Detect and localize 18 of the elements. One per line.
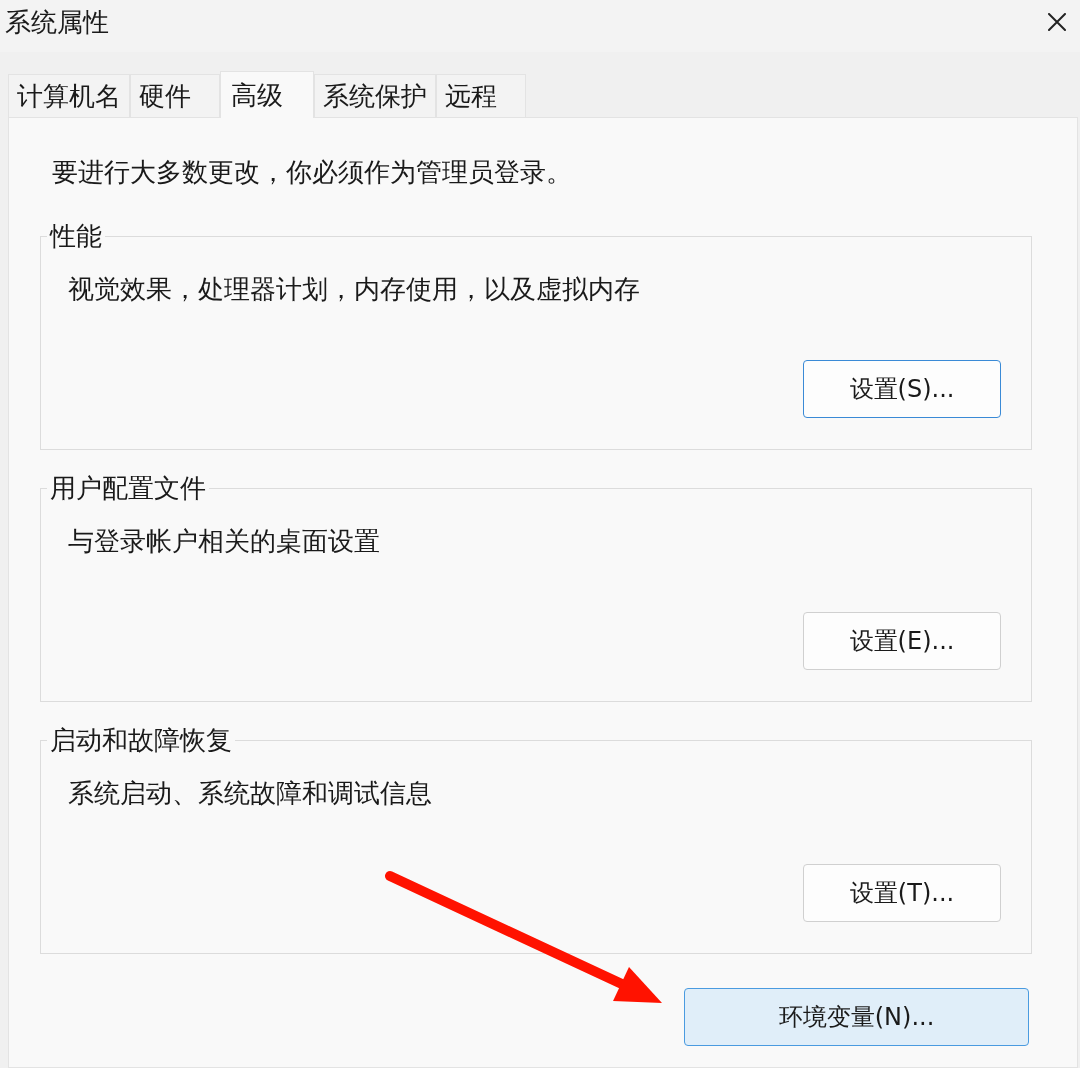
notice-text: 要进行大多数更改，你必须作为管理员登录。 [52, 157, 572, 187]
group-title: 用户配置文件 [49, 473, 207, 503]
group-title: 启动和故障恢复 [49, 725, 233, 755]
group-description: 视觉效果，处理器计划，内存使用，以及虚拟内存 [68, 274, 640, 304]
group-description: 系统启动、系统故障和调试信息 [68, 778, 432, 808]
group-description: 与登录帐户相关的桌面设置 [68, 526, 380, 556]
close-icon [1048, 13, 1066, 31]
tab[interactable]: 远程 [436, 74, 526, 117]
tab[interactable]: 计算机名 [8, 74, 130, 117]
settings-button[interactable]: 设置(S)... [803, 360, 1001, 418]
window-title: 系统属性 [5, 7, 109, 37]
environment-variables-button[interactable]: 环境变量(N)... [684, 988, 1029, 1046]
tab[interactable]: 硬件 [130, 74, 220, 117]
settings-button[interactable]: 设置(E)... [803, 612, 1001, 670]
group-title: 性能 [48, 221, 103, 251]
tab[interactable]: 系统保护 [314, 74, 436, 117]
settings-button[interactable]: 设置(T)... [803, 864, 1001, 922]
tab[interactable]: 高级 [220, 71, 314, 118]
